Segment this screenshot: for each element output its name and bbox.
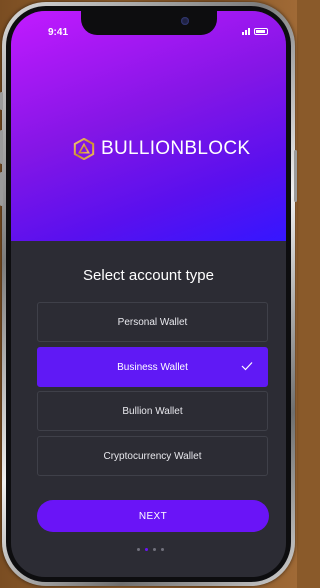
hero-banner [11,11,286,241]
page-dot[interactable] [161,548,164,551]
page-title: Select account type [83,267,214,284]
option-label: Bullion Wallet [122,405,183,417]
page-dot[interactable] [153,548,156,551]
hexagon-logo-icon [73,138,95,160]
phone-side-button [0,92,3,110]
page-indicator [137,548,164,551]
option-personal-wallet[interactable]: Personal Wallet [37,302,268,342]
status-time: 9:41 [48,27,69,38]
option-bullion-wallet[interactable]: Bullion Wallet [37,391,268,431]
page-dot[interactable] [137,548,140,551]
signal-icon [242,27,250,35]
option-label: Business Wallet [117,361,188,373]
notch [81,11,217,35]
brand-name: BULLIONBLOCK [101,138,251,159]
status-icons [242,27,268,35]
option-business-wallet[interactable]: Business Wallet [37,347,268,387]
checkmark-icon [241,362,253,371]
page-dot-active[interactable] [145,548,148,551]
option-cryptocurrency-wallet[interactable]: Cryptocurrency Wallet [37,436,268,476]
next-button[interactable]: NEXT [37,500,269,532]
app-screen: 9:41 BULLIONBLOCK Select account type Pe… [11,11,286,577]
battery-icon [254,27,268,35]
camera-icon [181,17,189,25]
option-label: Cryptocurrency Wallet [103,450,202,462]
option-label: Personal Wallet [117,316,188,328]
phone-side-button [0,130,3,164]
brand-logo: BULLIONBLOCK [73,138,250,160]
phone-side-button [0,172,3,206]
phone-side-button [294,150,297,202]
